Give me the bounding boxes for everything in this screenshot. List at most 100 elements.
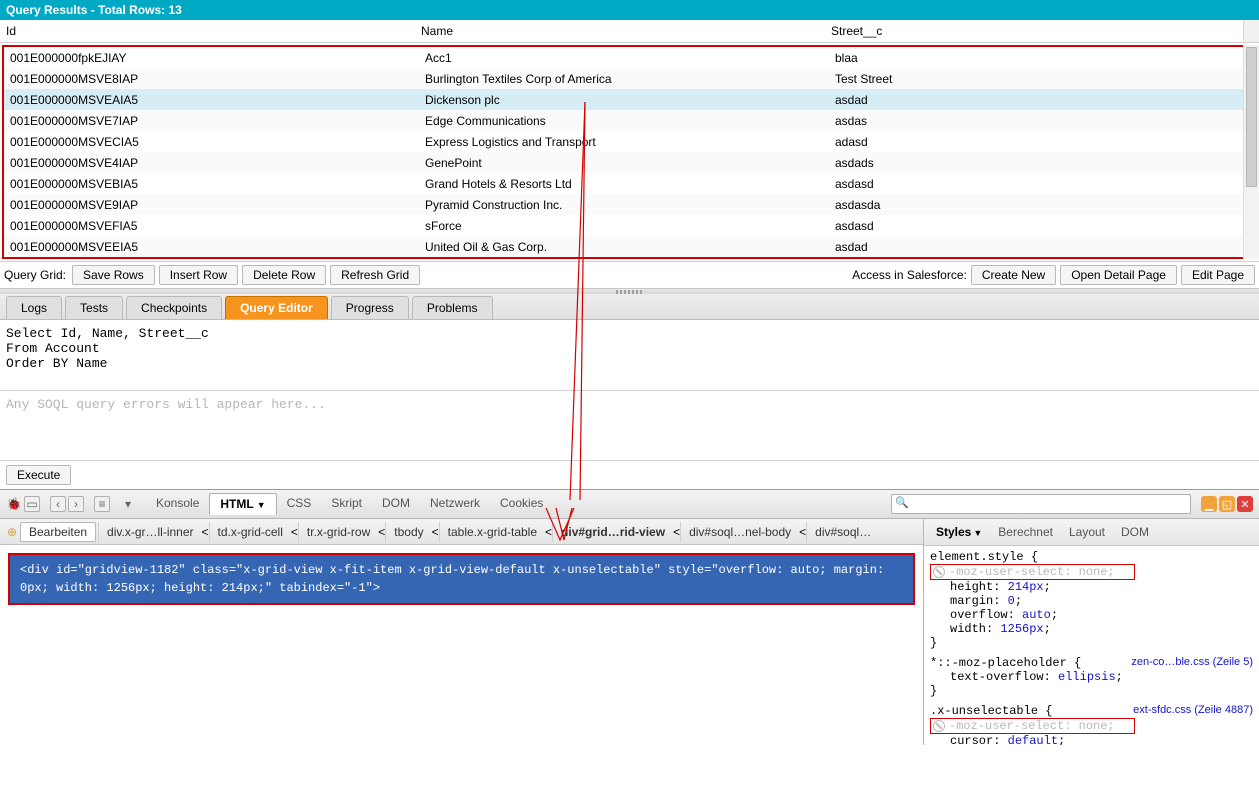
css-prop-disabled[interactable]: -moz-user-select: none; — [949, 565, 1115, 579]
cell-street[interactable]: asdasda — [829, 195, 1255, 215]
insert-row-button[interactable]: Insert Row — [159, 265, 238, 285]
devtools-tab-css[interactable]: CSS — [277, 493, 322, 515]
devtools-tab-dom[interactable]: DOM — [372, 493, 420, 515]
css-prop-value[interactable]: ellipsis — [1058, 670, 1116, 684]
css-source-link[interactable]: zen-co…ble.css (Zeile 5) — [1131, 656, 1253, 668]
cell-street[interactable]: asdad — [829, 237, 1255, 257]
save-rows-button[interactable]: Save Rows — [72, 265, 155, 285]
cell-street[interactable]: asdad — [829, 90, 1255, 110]
table-row[interactable]: 001E000000MSVE8IAPBurlington Textiles Co… — [4, 68, 1255, 89]
cell-id[interactable]: 001E000000MSVE7IAP — [4, 111, 419, 131]
devtools-minimize-icon[interactable]: ▁ — [1201, 496, 1217, 512]
table-row[interactable]: 001E000000MSVEEIA5United Oil & Gas Corp.… — [4, 236, 1255, 257]
css-prop-name[interactable]: width — [950, 622, 986, 636]
edit-page-button[interactable]: Edit Page — [1181, 265, 1255, 285]
css-prop-value[interactable]: default — [1008, 734, 1058, 745]
devtools-popout-icon[interactable]: ◱ — [1219, 496, 1235, 512]
open-detail-page-button[interactable]: Open Detail Page — [1060, 265, 1177, 285]
delete-row-button[interactable]: Delete Row — [242, 265, 326, 285]
menu-icon[interactable]: ≡ — [94, 496, 110, 512]
cell-id[interactable]: 001E000000MSVEEIA5 — [4, 237, 419, 257]
crumb-5[interactable]: table.x-grid-table — [439, 522, 545, 542]
table-row[interactable]: 001E000000MSVE4IAPGenePointasdads — [4, 152, 1255, 173]
css-prop-value[interactable]: 0 — [1008, 594, 1015, 608]
styles-tab-layout[interactable]: Layout — [1065, 523, 1109, 541]
back-icon[interactable]: ‹ — [50, 496, 66, 512]
css-source-link[interactable]: ext-sfdc.css (Zeile 4887) — [1133, 704, 1253, 716]
css-prop-name[interactable]: margin — [950, 594, 993, 608]
crumb-8[interactable]: div#soql… — [806, 522, 879, 542]
cell-id[interactable]: 001E000000MSVE8IAP — [4, 69, 419, 89]
create-new-button[interactable]: Create New — [971, 265, 1056, 285]
cell-name[interactable]: GenePoint — [419, 153, 829, 173]
crumb-6[interactable]: div#grid…rid-view — [552, 522, 673, 542]
html-source-pane[interactable]: <div id="gridview-1182" class="x-grid-vi… — [0, 545, 923, 613]
devtools-tab-netzwerk[interactable]: Netzwerk — [420, 493, 490, 515]
cell-name[interactable]: Grand Hotels & Resorts Ltd — [419, 174, 829, 194]
tab-query-editor[interactable]: Query Editor — [225, 296, 328, 319]
cell-id[interactable]: 001E000000MSVE9IAP — [4, 195, 419, 215]
crumb-3[interactable]: tr.x-grid-row — [298, 522, 378, 542]
styles-tab-berechnet[interactable]: Berechnet — [994, 523, 1057, 541]
table-row[interactable]: 001E000000fpkEJIAYAcc1blaa — [4, 47, 1255, 68]
tab-progress[interactable]: Progress — [331, 296, 409, 319]
cell-name[interactable]: Edge Communications — [419, 111, 829, 131]
cell-name[interactable]: Dickenson plc — [419, 90, 829, 110]
cell-id[interactable]: 001E000000MSVEFIA5 — [4, 216, 419, 236]
target-icon[interactable]: ⊕ — [4, 524, 20, 540]
css-prop-name[interactable]: height — [950, 580, 993, 594]
crumb-4[interactable]: tbody — [385, 522, 431, 542]
tab-problems[interactable]: Problems — [412, 296, 493, 319]
table-row[interactable]: 001E000000MSVEFIA5sForceasdasd — [4, 215, 1255, 236]
table-row[interactable]: 001E000000MSVE7IAPEdge Communicationsasd… — [4, 110, 1255, 131]
firebug-icon[interactable]: 🐞 — [6, 496, 22, 512]
table-row[interactable]: 001E000000MSVEAIA5Dickenson plcasdad — [4, 89, 1255, 110]
cell-street[interactable]: asdasd — [829, 216, 1255, 236]
cell-name[interactable]: Burlington Textiles Corp of America — [419, 69, 829, 89]
table-row[interactable]: 001E000000MSVE9IAPPyramid Construction I… — [4, 194, 1255, 215]
css-prop-value[interactable]: 1256px — [1000, 622, 1043, 636]
devtools-tab-konsole[interactable]: Konsole — [146, 493, 209, 515]
css-prop-value[interactable]: 214px — [1008, 580, 1044, 594]
css-prop-name[interactable]: overflow — [950, 608, 1008, 622]
devtools-tab-skript[interactable]: Skript — [321, 493, 372, 515]
tab-checkpoints[interactable]: Checkpoints — [126, 296, 222, 319]
cell-street[interactable]: adasd — [829, 132, 1255, 152]
forward-icon[interactable]: › — [68, 496, 84, 512]
column-header-name[interactable]: Name — [415, 20, 825, 42]
caret-down-icon[interactable]: ▾ — [120, 496, 136, 512]
styles-tab-styles[interactable]: Styles▼ — [932, 523, 986, 541]
cell-id[interactable]: 001E000000MSVE4IAP — [4, 153, 419, 173]
cell-name[interactable]: United Oil & Gas Corp. — [419, 237, 829, 257]
cell-street[interactable]: blaa — [829, 48, 1255, 68]
devtools-search-input[interactable] — [891, 494, 1191, 514]
selected-element-source[interactable]: <div id="gridview-1182" class="x-grid-vi… — [8, 553, 915, 605]
cell-street[interactable]: asdasd — [829, 174, 1255, 194]
cell-street[interactable]: asdads — [829, 153, 1255, 173]
vertical-scrollbar[interactable] — [1243, 45, 1259, 259]
cell-id[interactable]: 001E000000MSVECIA5 — [4, 132, 419, 152]
styles-tab-dom[interactable]: DOM — [1117, 523, 1153, 541]
devtools-tab-cookies[interactable]: Cookies — [490, 493, 553, 515]
scrollbar-thumb[interactable] — [1246, 47, 1257, 187]
edit-button[interactable]: Bearbeiten — [20, 522, 96, 542]
css-prop-disabled[interactable]: -moz-user-select: none; — [949, 719, 1115, 733]
splitter[interactable] — [0, 288, 1259, 294]
styles-body[interactable]: element.style { -moz-user-select: none; … — [924, 546, 1259, 745]
cell-id[interactable]: 001E000000MSVEAIA5 — [4, 90, 419, 110]
css-prop-name[interactable]: cursor — [950, 734, 993, 745]
soql-editor[interactable]: Select Id, Name, Street__c From Account … — [0, 320, 1259, 390]
devtools-tab-html[interactable]: HTML▼ — [209, 493, 276, 515]
cell-street[interactable]: asdas — [829, 111, 1255, 131]
table-row[interactable]: 001E000000MSVECIA5Express Logistics and … — [4, 131, 1255, 152]
cell-name[interactable]: sForce — [419, 216, 829, 236]
column-header-id[interactable]: Id — [0, 20, 415, 42]
tab-logs[interactable]: Logs — [6, 296, 62, 319]
refresh-grid-button[interactable]: Refresh Grid — [330, 265, 420, 285]
cell-id[interactable]: 001E000000MSVEBIA5 — [4, 174, 419, 194]
cell-id[interactable]: 001E000000fpkEJIAY — [4, 48, 419, 68]
css-prop-value[interactable]: auto — [1022, 608, 1051, 622]
table-row[interactable]: 001E000000MSVEBIA5Grand Hotels & Resorts… — [4, 173, 1255, 194]
crumb-2[interactable]: td.x-grid-cell — [209, 522, 291, 542]
devtools-close-icon[interactable]: ✕ — [1237, 496, 1253, 512]
